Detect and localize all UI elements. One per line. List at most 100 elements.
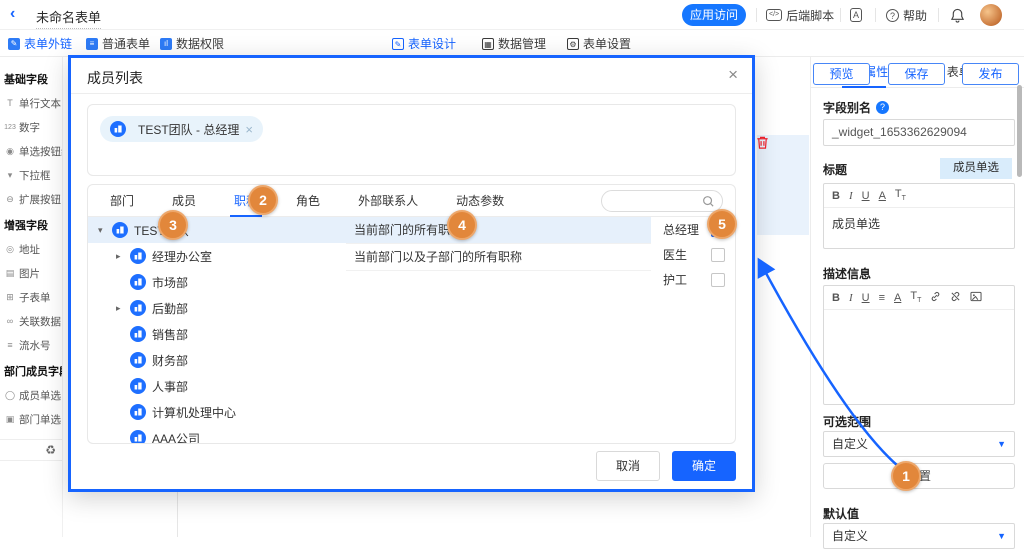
field-single-line-text[interactable]: T单行文本 [0, 91, 62, 115]
tree-item[interactable]: 人事部 [88, 373, 346, 399]
field-serial-number[interactable]: ≡流水号 [0, 333, 62, 357]
checkbox[interactable] [711, 273, 725, 287]
org-icon [112, 222, 128, 238]
tree-item[interactable]: 财务部 [88, 347, 346, 373]
user-avatar[interactable] [980, 4, 1002, 26]
tab-department[interactable]: 部门 [110, 185, 134, 217]
field-address[interactable]: ◎地址 [0, 237, 62, 261]
search-input[interactable] [601, 190, 723, 212]
dialog-header: 成员列表 × [71, 58, 752, 94]
bold-icon[interactable]: B [832, 190, 840, 202]
field-image[interactable]: ▤图片 [0, 261, 62, 285]
field-dept-single[interactable]: ▣部门单选 [0, 407, 62, 431]
nav-form-design[interactable]: ✎ 表单设计 [392, 35, 456, 52]
scope-option-current[interactable]: 当前部门的所有职称 [346, 217, 651, 244]
preview-button[interactable]: 预览 [813, 63, 870, 85]
rich-text-toolbar: B I U ≡ A TT [824, 286, 1014, 310]
description-editor-content[interactable] [824, 310, 1014, 324]
selected-items-box: TEST团队 - 总经理 × [87, 104, 736, 176]
confirm-button[interactable]: 确定 [672, 451, 736, 481]
sidebar-footer: ♻ [0, 439, 62, 461]
form-title[interactable]: 未命名表单 [36, 7, 101, 29]
app-access-button[interactable]: 应用访问 [682, 4, 746, 26]
description-editor[interactable]: B I U ≡ A TT [823, 285, 1015, 405]
nav-form-settings[interactable]: ⚙ 表单设置 [567, 35, 631, 52]
tab-role[interactable]: 角色 [296, 185, 320, 217]
unlink-icon[interactable] [950, 291, 961, 305]
trash-icon[interactable] [755, 135, 771, 151]
field-dropdown[interactable]: ▾下拉框 [0, 163, 62, 187]
chevron-down-icon: ▼ [997, 432, 1006, 456]
checkbox[interactable] [711, 248, 725, 262]
caret-right-icon[interactable]: ▸ [116, 303, 130, 314]
default-value-label: 默认值 [823, 505, 859, 522]
picker-tabs: 部门 成员 职称 角色 外部联系人 动态参数 [88, 185, 735, 217]
title-editor[interactable]: B I U A TT 成员单选 [823, 183, 1015, 249]
publish-button[interactable]: 发布 [962, 63, 1019, 85]
chip-close-icon[interactable]: × [245, 122, 253, 137]
caret-right-icon[interactable]: ▸ [116, 251, 130, 262]
title-editor-content[interactable]: 成员单选 [824, 208, 1014, 239]
picker-body: ▾ TEST团队 ▸ 经理办公室 市场部 ▸ 后勤部 [88, 217, 735, 443]
tree-item[interactable]: 销售部 [88, 321, 346, 347]
pencil-icon: ✎ [8, 38, 20, 50]
toggle-icon: ⊖ [4, 194, 16, 205]
tree-item[interactable]: ▸ 经理办公室 [88, 243, 346, 269]
font-color-icon[interactable]: A [879, 190, 886, 202]
nav-data-permission[interactable]: ıl 数据权限 [160, 35, 224, 52]
section-basic-fields: 基础字段 [0, 65, 62, 91]
bold-icon[interactable]: B [832, 292, 840, 304]
nav-form-external-link[interactable]: ✎ 表单外链 [8, 35, 72, 52]
tree-item[interactable]: ▸ 后勤部 [88, 295, 346, 321]
settings-doc-icon: ⚙ [567, 38, 579, 50]
italic-icon[interactable]: I [849, 292, 853, 304]
notification-bell-icon[interactable] [950, 6, 965, 24]
tab-external-contact[interactable]: 外部联系人 [358, 185, 418, 217]
dropdown-icon: ▾ [4, 170, 16, 181]
save-button[interactable]: 保存 [888, 63, 945, 85]
divider [840, 8, 841, 22]
field-subform[interactable]: ⊞子表单 [0, 285, 62, 309]
tree-item[interactable]: 计算机处理中心 [88, 399, 346, 425]
caret-down-icon[interactable]: ▾ [98, 225, 112, 236]
help-button[interactable]: ? 帮助 [886, 6, 927, 24]
recycle-bin-icon[interactable]: ♻ [45, 443, 56, 457]
field-radio-group[interactable]: ◉单选按钮组 [0, 139, 62, 163]
field-alias-input[interactable]: _widget_1653362629094 [823, 119, 1015, 146]
back-chevron-icon[interactable]: ‹ [10, 5, 15, 23]
default-value-select[interactable]: 自定义 ▼ [823, 523, 1015, 549]
translate-button[interactable]: A [850, 6, 862, 24]
code-icon: </> [766, 9, 782, 21]
underline-icon[interactable]: U [862, 292, 870, 304]
form-toolbar: ✎ 表单外链 ≡ 普通表单 ıl 数据权限 ✎ 表单设计 ▦ 数据管理 ⚙ 表单… [0, 30, 1024, 57]
scope-option-current-and-sub[interactable]: 当前部门以及子部门的所有职称 [346, 244, 651, 271]
rich-text-toolbar: B I U A TT [824, 184, 1014, 208]
cancel-button[interactable]: 取消 [596, 451, 660, 481]
dialog-footer: 取消 确定 [596, 451, 736, 481]
field-member-single[interactable]: ◯成员单选 [0, 383, 62, 407]
link-icon[interactable] [930, 291, 941, 305]
align-icon[interactable]: ≡ [879, 292, 885, 304]
nav-normal-form[interactable]: ≡ 普通表单 [86, 35, 150, 52]
range-select[interactable]: 自定义 ▼ [823, 431, 1015, 457]
close-icon[interactable]: × [728, 65, 738, 85]
step-badge-2: 2 [248, 185, 278, 215]
selected-chip[interactable]: TEST团队 - 总经理 × [100, 116, 263, 142]
underline-icon[interactable]: U [862, 190, 870, 202]
font-size-icon[interactable]: TT [895, 188, 906, 202]
insert-image-icon[interactable] [970, 291, 982, 305]
field-extend-button[interactable]: ⊖扩展按钮 [0, 187, 62, 211]
field-number[interactable]: 123数字 [0, 115, 62, 139]
font-size-icon[interactable]: TT [910, 290, 921, 304]
backend-script-button[interactable]: </> 后端脚本 [766, 6, 834, 24]
tree-item[interactable]: 市场部 [88, 269, 346, 295]
tree-item[interactable]: AAA公司 [88, 425, 346, 444]
field-linked-data[interactable]: ∞关联数据 [0, 309, 62, 333]
tree-item-root[interactable]: ▾ TEST团队 [88, 217, 346, 243]
help-icon[interactable]: ? [876, 101, 889, 114]
panel-scrollbar[interactable] [1017, 85, 1022, 177]
font-color-icon[interactable]: A [894, 292, 901, 304]
nav-data-manage[interactable]: ▦ 数据管理 [482, 35, 546, 52]
italic-icon[interactable]: I [849, 190, 853, 202]
range-label: 可选范围 [823, 413, 871, 430]
